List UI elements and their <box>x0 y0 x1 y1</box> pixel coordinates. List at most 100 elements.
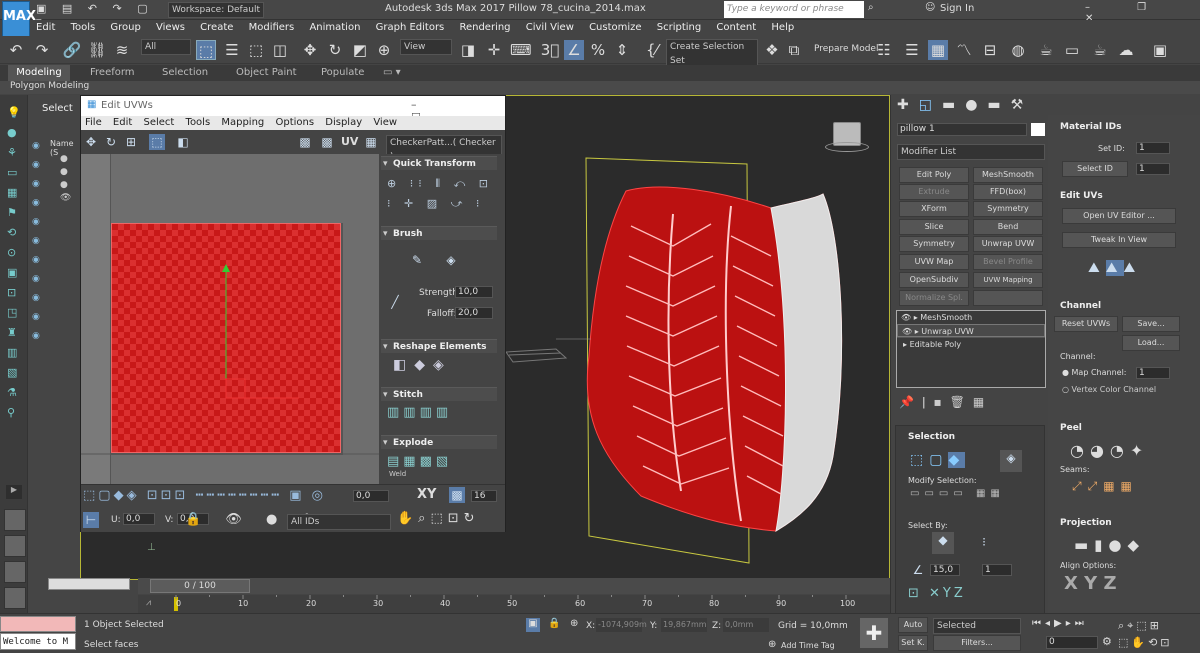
falloff-spinner[interactable]: 20,0 <box>455 307 493 319</box>
render-cloud-icon[interactable]: ☁ <box>1116 40 1136 60</box>
modifier-list-dropdown[interactable]: Modifier List <box>897 144 1045 160</box>
uvw-menu-view[interactable]: View <box>369 116 401 130</box>
mirror-icon[interactable]: ⧉ <box>784 40 804 60</box>
rotate-value[interactable]: 0,0 <box>353 490 389 502</box>
uvw-menu-tools[interactable]: Tools <box>182 116 215 130</box>
time-slider[interactable]: 0 / 100 <box>138 578 890 594</box>
viewcube-ring[interactable] <box>825 142 869 152</box>
edit-uvs-title[interactable]: Edit UVs <box>1060 191 1103 201</box>
reshape-icons[interactable]: ◧◆◈ <box>393 357 452 373</box>
unlink-icon[interactable]: ⛓ <box>87 40 107 60</box>
spinner-snap-icon[interactable]: ⇕ <box>612 40 632 60</box>
bind-space-warp-icon[interactable]: ≋ <box>112 40 132 60</box>
brush-line-icon[interactable]: ╱ <box>387 294 403 310</box>
cmd-tab-icons[interactable]: ✚◱▬●▬⚒ <box>897 97 1033 113</box>
mod-bevel-profile-button[interactable]: Bevel Profile <box>973 254 1043 270</box>
ribbon-sub-label[interactable]: Polygon Modeling <box>10 81 89 91</box>
select-manipulate-icon[interactable]: ✛ <box>484 40 504 60</box>
bottom-sel-icons[interactable]: ⊡ ✕YZ <box>908 586 966 601</box>
mod-ffd-button[interactable]: FFD(box) <box>973 184 1043 200</box>
map-channel-radio[interactable]: ● Map Channel: <box>1062 368 1127 377</box>
ids-dropdown[interactable]: All IDs <box>287 514 391 530</box>
add-time-tag-label[interactable]: Add Time Tag <box>781 641 835 650</box>
playback-controls[interactable]: ⏮◂▶▸⏭ <box>1032 618 1088 629</box>
menu-civil-view[interactable]: Civil View <box>520 20 580 36</box>
menu-help[interactable]: Help <box>765 20 800 36</box>
stack-item-editable-poly[interactable]: ▸ Editable Poly <box>897 337 1045 350</box>
grid-num-spinner[interactable]: 16 <box>471 490 497 502</box>
stack-tools-icons[interactable]: 📌ǀ▪🗑▦ <box>899 395 992 409</box>
time-slider-thumb[interactable]: 0 / 100 <box>150 579 250 593</box>
edit-named-sel-icon[interactable]: {⁄ <box>642 40 662 60</box>
menu-graph-editors[interactable]: Graph Editors <box>370 20 451 36</box>
sign-in-link[interactable]: Sign In <box>940 3 974 14</box>
uvw-move-icon[interactable]: ✥ <box>83 134 99 150</box>
edit-uvws-window[interactable]: ▦ Edit UVWs – ☐ ✕ File Edit Select Tools… <box>80 95 506 532</box>
u-spinner[interactable]: 0,0 <box>123 513 155 525</box>
mod-unwrap-uvw-button[interactable]: Unwrap UVW <box>973 236 1043 252</box>
viewport-nav-icons[interactable]: ⌕⌖⬚⊞ ⬚✋⟲⊡ <box>1118 617 1200 651</box>
uv-editor-canvas[interactable] <box>81 154 379 484</box>
uvw-menu-file[interactable]: File <box>81 116 106 130</box>
selection-set-icon[interactable]: ❖ <box>762 40 782 60</box>
select-by-edge-icon[interactable]: ⁝ <box>976 534 992 550</box>
set-key-big-icon[interactable]: ✚ <box>860 618 888 648</box>
peel-title[interactable]: Peel <box>1060 423 1082 433</box>
schematic-view-icon[interactable]: ⊟ <box>980 40 1000 60</box>
viewport-layout-icons[interactable] <box>4 509 26 609</box>
material-ids-title[interactable]: Material IDs <box>1060 122 1121 132</box>
mod-meshsmooth-button[interactable]: MeshSmooth <box>973 167 1043 183</box>
scale-icon[interactable]: ◩ <box>350 40 370 60</box>
align-axes[interactable]: X Y Z <box>1064 573 1117 594</box>
mod-xform-button[interactable]: XForm <box>899 201 969 217</box>
menu-modifiers[interactable]: Modifiers <box>243 20 301 36</box>
frame-spinner[interactable]: 0 <box>1046 636 1098 649</box>
projection-title[interactable]: Projection <box>1060 518 1112 528</box>
uvw-checker2-icon[interactable]: ▩ <box>319 134 335 150</box>
listener-area[interactable] <box>48 578 130 590</box>
percent-snap-icon[interactable]: % <box>588 40 608 60</box>
uvw-scale-icon[interactable]: ⊞ <box>123 134 139 150</box>
transform-mode-icon[interactable]: ⊕ <box>570 618 578 629</box>
rollout-explode[interactable]: Explode <box>381 435 497 450</box>
z-coord-field[interactable]: 0,0mm <box>723 618 769 632</box>
peel-icons[interactable]: ◔◕◔✦ <box>1070 441 1149 460</box>
scene-tools-icons[interactable]: ◉ ◉ ◉ ◉ ◉ ◉ ◉ ◉ ◉ ◉ ◉ <box>32 137 45 346</box>
search-input[interactable]: Type a keyword or phrase <box>724 1 864 18</box>
map-channel-spinner[interactable]: 1 <box>1136 367 1170 379</box>
menu-tools[interactable]: Tools <box>65 20 102 36</box>
projection-icons[interactable]: ▬▮●◆ <box>1074 536 1145 554</box>
tab-populate[interactable]: Populate <box>321 65 364 81</box>
mod-extrude-button[interactable]: Extrude <box>899 184 969 200</box>
uvw-nav-icons[interactable]: ✋⌕⬚⊡↻ <box>397 511 480 526</box>
mod-blank-button[interactable] <box>973 290 1043 306</box>
open-uv-editor-button[interactable]: Open UV Editor ... <box>1062 208 1176 224</box>
layer-explorer-icon[interactable]: ☰ <box>902 40 922 60</box>
uvw-checker-icon[interactable]: ▩ <box>297 134 313 150</box>
window-crossing-icon[interactable]: ◫ <box>270 40 290 60</box>
rect-selection-icon[interactable]: ⬚ <box>246 40 266 60</box>
prepare-model-label[interactable]: Prepare Model <box>814 44 878 54</box>
object-color-swatch[interactable] <box>1031 123 1045 136</box>
auto-key-button[interactable]: Auto <box>898 617 928 633</box>
uvw-abs-icon[interactable]: ⊢ <box>83 512 99 528</box>
uvw-uv-label[interactable]: UV <box>341 135 358 148</box>
maxscript-listener[interactable]: Welcome to M <box>0 633 76 650</box>
mod-edit-poly-button[interactable]: Edit Poly <box>899 167 969 183</box>
quick-transform-icons[interactable]: ⊕ ⁝⁝ ⦀ ⤺ ⊡ ⁝ ✛ ▨ ⤻ ⁝ <box>387 174 497 214</box>
load-button[interactable]: Load... <box>1122 335 1180 351</box>
subobject-icons[interactable]: ⬚▢◆ <box>910 452 966 468</box>
pivot-center-icon[interactable]: ◨ <box>458 40 478 60</box>
mod-opensubdiv-button[interactable]: OpenSubdiv <box>899 272 969 288</box>
rendered-frame-icon[interactable]: ▭ <box>1062 40 1082 60</box>
num-spinner[interactable]: 1 <box>982 564 1012 576</box>
uvw-rotate-icon[interactable]: ↻ <box>103 134 119 150</box>
x-coord-field[interactable]: -1074,909m <box>596 618 647 632</box>
uvw-freeform-icon[interactable]: ⬚ <box>149 134 165 150</box>
select-by-element-icon[interactable]: ◈ <box>1000 450 1022 472</box>
vertex-color-radio[interactable]: ○ Vertex Color Channel <box>1062 385 1156 394</box>
uv-gizmo[interactable] <box>81 154 379 484</box>
ribbon-options-icon[interactable]: ▭ ▾ <box>383 65 401 81</box>
uvw-menu-edit[interactable]: Edit <box>109 116 136 130</box>
quick-access-icons[interactable]: ▣ ▤ ↶ ↷ ▢ ▾ <box>36 2 156 28</box>
